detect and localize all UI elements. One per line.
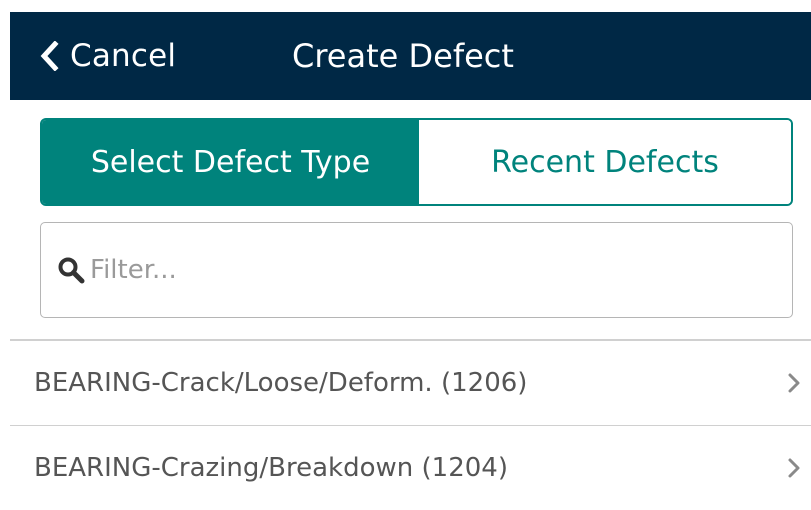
filter-field[interactable] <box>40 222 793 318</box>
page-title: Create Defect <box>292 37 514 75</box>
list-item-label: BEARING-Crack/Loose/Deform. (1206) <box>34 367 528 398</box>
tab-recent-defects[interactable]: Recent Defects <box>419 120 791 204</box>
list-item[interactable]: BEARING-Crack/Loose/Deform. (1206) <box>10 341 811 425</box>
defect-type-list: BEARING-Crack/Loose/Deform. (1206) BEARI… <box>10 339 811 510</box>
tab-select-defect-type[interactable]: Select Defect Type <box>42 120 419 204</box>
filter-input[interactable] <box>90 248 740 292</box>
search-icon <box>54 253 88 287</box>
app-header: Cancel Create Defect <box>10 12 811 100</box>
app-screen: Cancel Create Defect Select Defect Type … <box>0 0 811 497</box>
list-item-label: BEARING-Crazing/Breakdown (1204) <box>34 453 508 483</box>
list-item[interactable]: BEARING-Crazing/Breakdown (1204) <box>10 426 811 510</box>
chevron-left-icon <box>40 41 60 71</box>
cancel-button[interactable]: Cancel <box>40 36 176 76</box>
defect-tabs: Select Defect Type Recent Defects <box>40 118 793 206</box>
chevron-right-icon <box>785 370 803 396</box>
chevron-right-icon <box>785 455 803 481</box>
cancel-label: Cancel <box>70 38 177 74</box>
